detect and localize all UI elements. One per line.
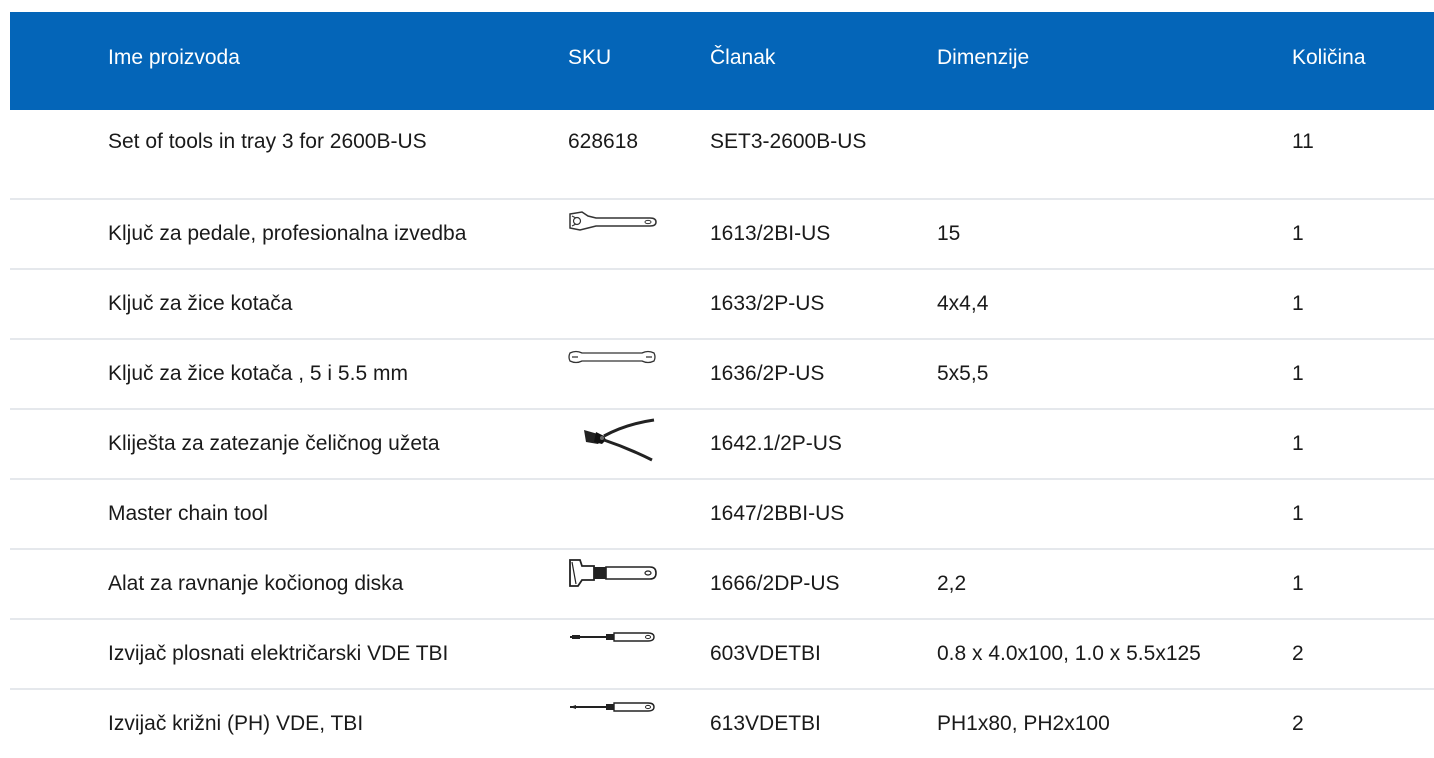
product-name[interactable]: Ključ za pedale, profesionalna izvedba xyxy=(108,222,466,246)
column-header-name[interactable]: Ime proizvoda xyxy=(108,46,240,70)
product-quantity: 1 xyxy=(1292,362,1304,385)
rotor-truing-tool-icon[interactable] xyxy=(566,558,658,588)
product-dimensions: 2,2 xyxy=(937,572,967,595)
product-quantity: 2 xyxy=(1292,642,1304,665)
product-article: 1642.1/2P-US xyxy=(710,432,842,455)
product-dimensions: 0.8 x 4.0x100, 1.0 x 5.5x125 xyxy=(937,642,1201,665)
product-name[interactable]: Master chain tool xyxy=(108,502,268,526)
flat-screwdriver-icon[interactable] xyxy=(568,630,656,644)
product-article: 603VDETBI xyxy=(710,642,821,665)
product-name[interactable]: Izvijač križni (PH) VDE, TBI xyxy=(108,712,363,736)
product-article: 613VDETBI xyxy=(710,712,821,735)
table-row[interactable]: Master chain tool 1647/2BBI-US 1 xyxy=(10,480,1434,550)
table-row[interactable]: Set of tools in tray 3 for 2600B-US 6286… xyxy=(10,110,1434,200)
product-name[interactable]: Ključ za žice kotača , 5 i 5.5 mm xyxy=(108,362,408,386)
table-row[interactable]: Alat za ravnanje kočionog diska 1666/2DP… xyxy=(10,550,1434,620)
product-article: 1633/2P-US xyxy=(710,292,825,315)
table-header: Ime proizvoda SKU Članak Dimenzije Količ… xyxy=(10,12,1434,110)
product-name[interactable]: Ključ za žice kotača xyxy=(108,292,292,316)
table-row[interactable]: Izvijač plosnati električarski VDE TBI 6… xyxy=(10,620,1434,690)
product-quantity: 1 xyxy=(1292,432,1304,455)
product-quantity: 11 xyxy=(1292,130,1314,153)
pedal-wrench-icon[interactable] xyxy=(566,210,658,232)
product-name[interactable]: Kliješta za zatezanje čeličnog užeta xyxy=(108,432,440,456)
product-table: Ime proizvoda SKU Članak Dimenzije Količ… xyxy=(10,12,1434,758)
column-header-dimensions[interactable]: Dimenzije xyxy=(937,46,1029,70)
product-quantity: 2 xyxy=(1292,712,1304,735)
product-dimensions: 4x4,4 xyxy=(937,292,989,315)
product-quantity: 1 xyxy=(1292,502,1304,525)
product-article: 1647/2BBI-US xyxy=(710,502,845,525)
column-header-article[interactable]: Članak xyxy=(710,46,775,70)
table-row[interactable]: Ključ za žice kotača , 5 i 5.5 mm 1636/2… xyxy=(10,340,1434,410)
product-sku: 628618 xyxy=(568,130,639,153)
product-quantity: 1 xyxy=(1292,222,1304,245)
spoke-wrench-icon[interactable] xyxy=(566,348,658,366)
table-row[interactable]: Ključ za pedale, profesionalna izvedba 1… xyxy=(10,200,1434,270)
table-row[interactable]: Kliješta za zatezanje čeličnog užeta 164… xyxy=(10,410,1434,480)
phillips-screwdriver-icon[interactable] xyxy=(568,700,656,714)
product-article: SET3-2600B-US xyxy=(710,130,867,153)
product-dimensions: 15 xyxy=(937,222,961,245)
product-name[interactable]: Set of tools in tray 3 for 2600B-US xyxy=(108,130,427,154)
product-article: 1666/2DP-US xyxy=(710,572,840,595)
product-quantity: 1 xyxy=(1292,292,1304,315)
product-article: 1636/2P-US xyxy=(710,362,825,385)
column-header-sku[interactable]: SKU xyxy=(568,46,611,70)
product-quantity: 1 xyxy=(1292,572,1304,595)
table-row[interactable]: Ključ za žice kotača 1633/2P-US 4x4,4 1 xyxy=(10,270,1434,340)
cable-pliers-icon[interactable] xyxy=(582,418,658,464)
product-dimensions: 5x5,5 xyxy=(937,362,989,385)
product-article: 1613/2BI-US xyxy=(710,222,831,245)
product-name[interactable]: Alat za ravnanje kočionog diska xyxy=(108,572,403,596)
table-row[interactable]: Izvijač križni (PH) VDE, TBI 613VDETBI P… xyxy=(10,690,1434,758)
product-dimensions: PH1x80, PH2x100 xyxy=(937,712,1110,735)
product-name[interactable]: Izvijač plosnati električarski VDE TBI xyxy=(108,642,448,666)
column-header-quantity[interactable]: Količina xyxy=(1292,46,1366,70)
